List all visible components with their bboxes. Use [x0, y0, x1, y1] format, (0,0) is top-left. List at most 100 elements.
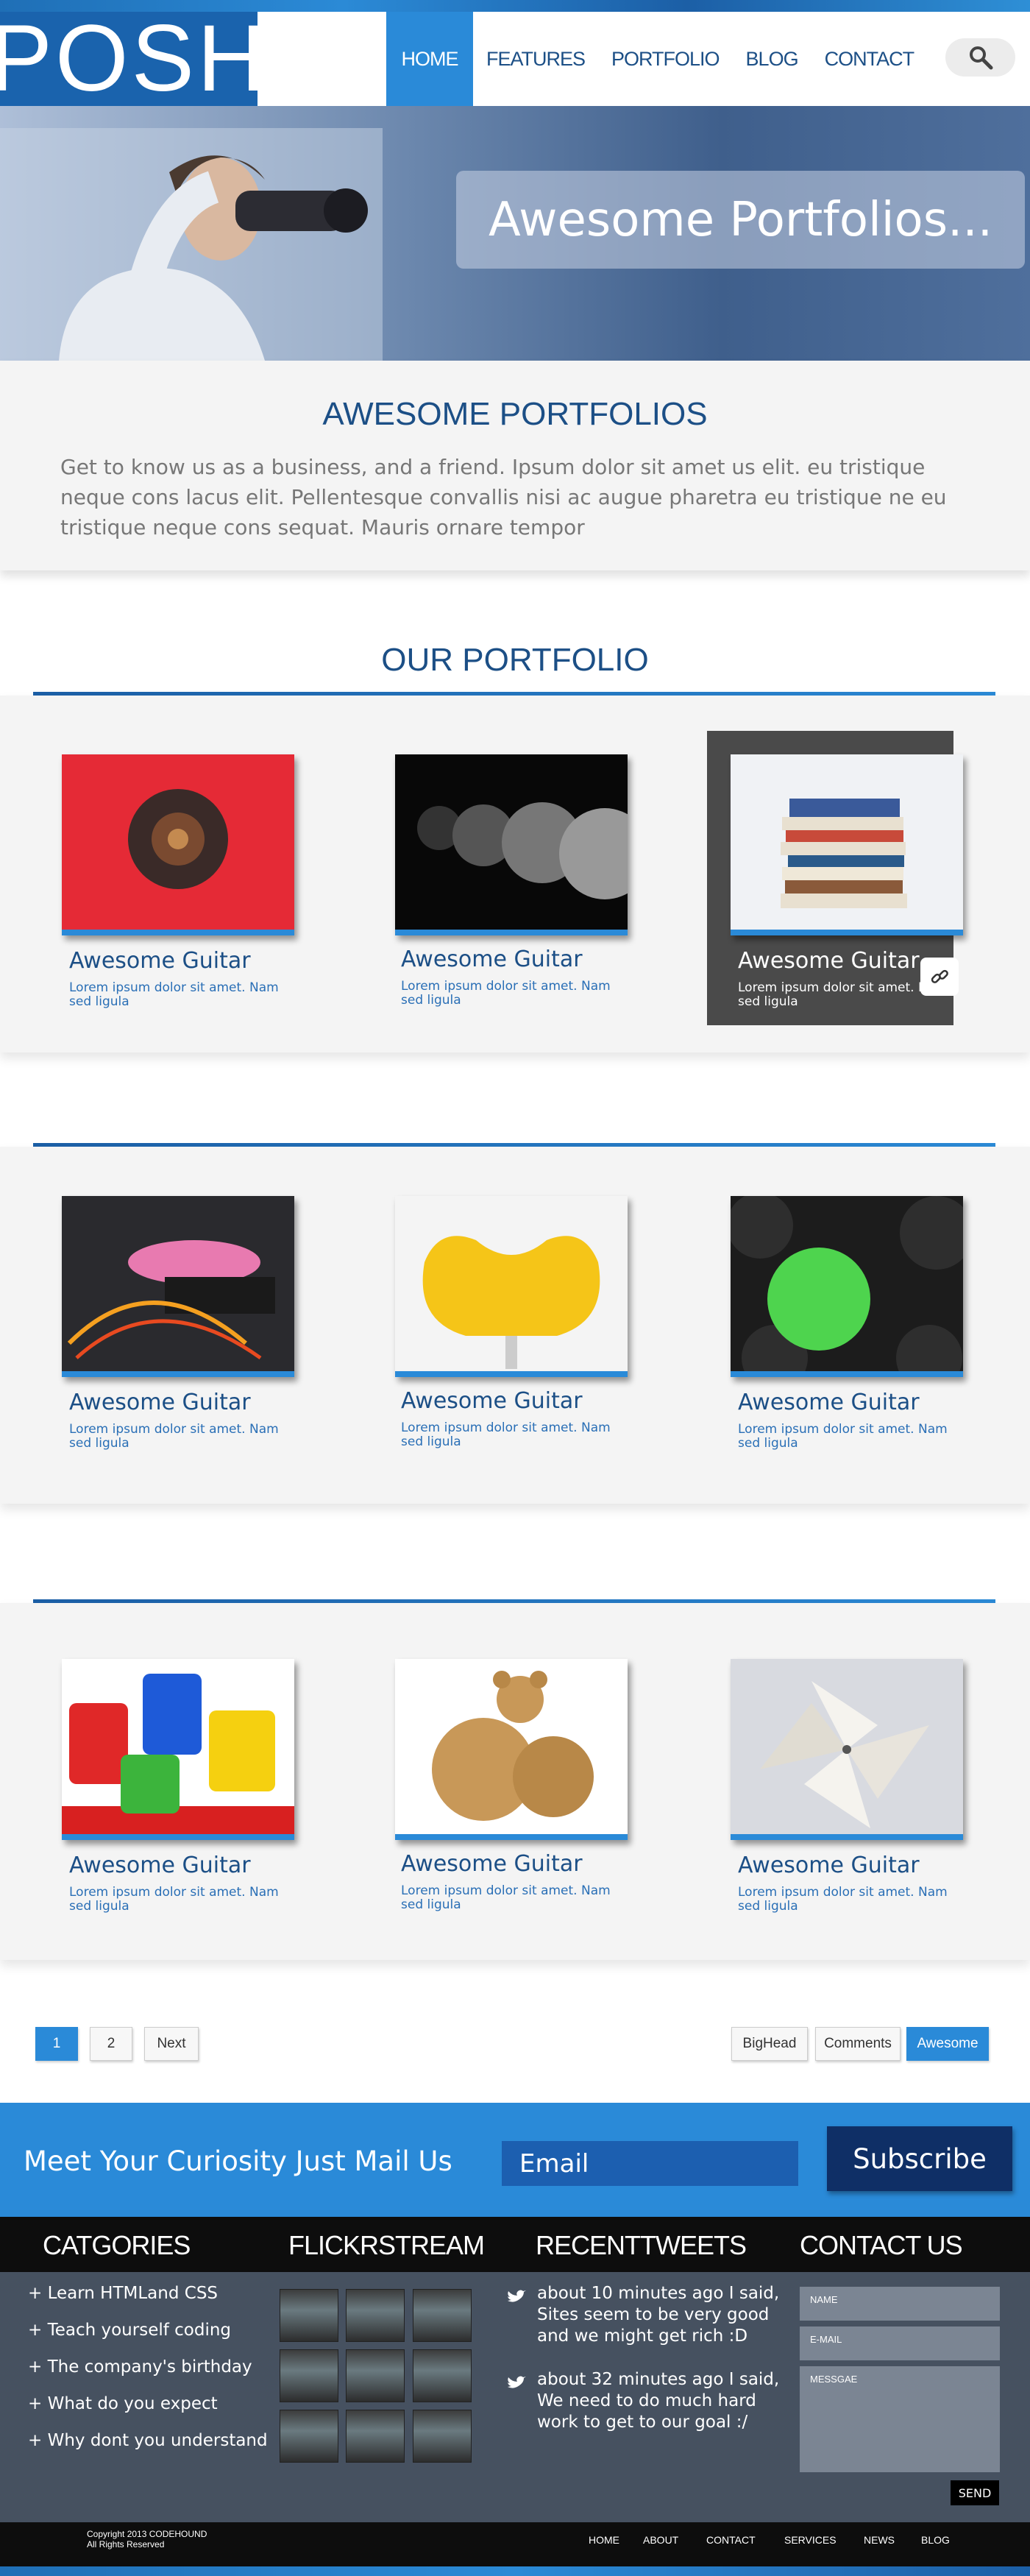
- twitter-bird-icon: [508, 2290, 526, 2302]
- card-desc: Lorem ipsum dolor sit amet. Nam sed ligu…: [401, 1420, 611, 1449]
- card-title: Awesome Guitar: [401, 1388, 583, 1414]
- logo-text: POSH: [0, 6, 269, 111]
- footer-link-about[interactable]: ABOUT: [643, 2534, 678, 2546]
- portfolio-card[interactable]: Awesome Guitar Lorem ipsum dolor sit ame…: [49, 1172, 296, 1467]
- woman-binoculars-image: [0, 128, 383, 361]
- main-nav: HOME FEATURES PORTFOLIO BLOG CONTACT: [386, 12, 927, 106]
- card-title: Awesome Guitar: [738, 1390, 920, 1415]
- category-link[interactable]: + Why dont you understand: [28, 2431, 268, 2450]
- nav-portfolio[interactable]: PORTFOLIO: [598, 12, 733, 106]
- page-2-button[interactable]: 2: [90, 2027, 132, 2061]
- footer-link-services[interactable]: SERVICES: [784, 2534, 837, 2546]
- contact-name-input[interactable]: NAME: [800, 2287, 1000, 2321]
- flickr-thumbnail[interactable]: [346, 2410, 405, 2463]
- portfolio-image-red-object: [62, 754, 294, 935]
- footer-link-blog[interactable]: BLOG: [921, 2534, 950, 2546]
- about-section: AWESOME PORTFOLIOS Get to know us as a b…: [0, 361, 1030, 570]
- category-link[interactable]: + Teach yourself coding: [28, 2321, 231, 2340]
- portfolio-image-book-stack: [731, 754, 963, 935]
- portfolio-heading: OUR PORTFOLIO: [381, 642, 649, 678]
- copyright-line: Copyright 2013 CODEHOUND: [87, 2529, 207, 2539]
- filter-bighead[interactable]: BigHead: [731, 2027, 808, 2061]
- footer-link-home[interactable]: HOME: [589, 2534, 619, 2546]
- card-title: Awesome Guitar: [401, 946, 583, 972]
- card-desc: Lorem ipsum dolor sit amet. Nam sed ligu…: [738, 1885, 948, 1914]
- flickr-thumbnail[interactable]: [280, 2410, 338, 2463]
- portfolio-image-green-umbrella: [731, 1196, 963, 1377]
- portfolio-image-paint-buckets: [62, 1659, 294, 1840]
- flickr-thumbnail[interactable]: [346, 2289, 405, 2342]
- nav-blog[interactable]: BLOG: [733, 12, 811, 106]
- card-title: Awesome Guitar: [69, 1390, 251, 1415]
- portfolio-card[interactable]: Awesome Guitar Lorem ipsum dolor sit ame…: [383, 1635, 629, 1930]
- logo[interactable]: POSH: [0, 12, 265, 106]
- page-1-button[interactable]: 1: [35, 2027, 78, 2061]
- portfolio-card[interactable]: Awesome Guitar Lorem ipsum dolor sit ame…: [383, 1172, 629, 1467]
- flickr-thumbnail[interactable]: [280, 2349, 338, 2402]
- category-link[interactable]: + The company's birthday: [28, 2357, 252, 2377]
- flickr-thumbnail[interactable]: [413, 2289, 472, 2342]
- card-title: Awesome Guitar: [738, 1853, 920, 1878]
- twitter-bird-icon: [508, 2376, 526, 2388]
- bottom-accent-stripe: [0, 2566, 1030, 2576]
- card-link-button[interactable]: [920, 958, 959, 996]
- hero-title: Awesome Portfolios...: [488, 192, 993, 247]
- categories-heading: CATGORIES: [43, 2230, 191, 2260]
- nav-home[interactable]: HOME: [386, 12, 473, 106]
- card-desc: Lorem ipsum dolor sit amet. Nam sed ligu…: [69, 1422, 279, 1451]
- card-title: Awesome Guitar: [69, 1853, 251, 1878]
- flickr-thumbnail[interactable]: [346, 2349, 405, 2402]
- flickr-thumbnail[interactable]: [413, 2349, 472, 2402]
- flickr-thumbnail[interactable]: [280, 2289, 338, 2342]
- hero-banner: Awesome Portfolios...: [0, 106, 1030, 361]
- category-link[interactable]: + What do you expect: [28, 2394, 218, 2413]
- footer-headings: CATGORIES FLICKRSTREAM RECENTTWEETS CONT…: [0, 2217, 1030, 2272]
- send-button[interactable]: SEND: [951, 2480, 999, 2505]
- flickr-thumbnail[interactable]: [413, 2410, 472, 2463]
- search-button[interactable]: [945, 38, 1015, 77]
- card-title: Awesome Guitar: [738, 948, 920, 974]
- tweet-text: about 10 minutes ago I said, Sites seem …: [537, 2284, 780, 2346]
- card-desc: Lorem ipsum dolor sit amet. Nam sed ligu…: [738, 1422, 948, 1451]
- portfolio-card[interactable]: Awesome Guitar Lorem ipsum dolor sit ame…: [49, 731, 296, 1025]
- card-desc: Lorem ipsum dolor sit amet. Nam sed ligu…: [401, 1883, 611, 1912]
- tweet-text: about 32 minutes ago I said, We need to …: [537, 2370, 780, 2432]
- subscribe-button[interactable]: Subscribe: [827, 2126, 1012, 2191]
- copyright-line: All Rights Reserved: [87, 2539, 165, 2550]
- contact-heading: CONTACT US: [800, 2230, 963, 2260]
- portfolio-image-teddy-bear: [395, 1659, 628, 1840]
- portfolio-image-pinwheel: [731, 1659, 963, 1840]
- email-input[interactable]: Email: [502, 2141, 798, 2186]
- contact-email-input[interactable]: E-MAIL: [800, 2326, 1000, 2360]
- portfolio-card-hover[interactable]: Awesome Guitar Lorem ipsum dolor sit ame…: [707, 731, 963, 1025]
- portfolio-image-dark-spheres: [395, 754, 628, 935]
- portfolio-image-yellow-chair: [395, 1196, 628, 1377]
- portfolio-card[interactable]: Awesome Guitar Lorem ipsum dolor sit ame…: [383, 731, 629, 1025]
- hero-caption-box: Awesome Portfolios...: [456, 171, 1025, 269]
- copyright: Copyright 2013 CODEHOUND All Rights Rese…: [87, 2529, 207, 2550]
- card-desc: Lorem ipsum dolor sit amet. Nam sed ligu…: [401, 979, 611, 1008]
- portfolio-card[interactable]: Awesome Guitar Lorem ipsum dolor sit ame…: [49, 1635, 296, 1930]
- portfolio-card[interactable]: Awesome Guitar Lorem ipsum dolor sit ame…: [718, 1635, 965, 1930]
- card-title: Awesome Guitar: [69, 948, 251, 974]
- footer-link-contact[interactable]: CONTACT: [706, 2534, 756, 2546]
- filter-awesome[interactable]: Awesome: [906, 2027, 989, 2061]
- nav-contact[interactable]: CONTACT: [811, 12, 928, 106]
- tweets-heading: RECENTTWEETS: [536, 2230, 747, 2260]
- subscribe-text: Meet Your Curiosity Just Mail Us: [24, 2145, 452, 2177]
- subscribe-bar: Meet Your Curiosity Just Mail Us Email S…: [0, 2103, 1030, 2217]
- nav-features[interactable]: FEATURES: [473, 12, 598, 106]
- portfolio-image-sandals: [62, 1196, 294, 1377]
- card-desc: Lorem ipsum dolor sit amet. Nam sed ligu…: [69, 1885, 279, 1914]
- contact-message-textarea[interactable]: MESSGAE: [800, 2366, 1000, 2472]
- filter-comments[interactable]: Comments: [815, 2027, 901, 2061]
- about-text: Get to know us as a business, and a frie…: [60, 455, 947, 539]
- category-link[interactable]: + Learn HTMLand CSS: [28, 2284, 218, 2303]
- card-desc: Lorem ipsum dolor sit amet. Nam sed ligu…: [69, 980, 279, 1009]
- portfolio-card[interactable]: Awesome Guitar Lorem ipsum dolor sit ame…: [718, 1172, 965, 1467]
- about-heading: AWESOME PORTFOLIOS: [322, 396, 708, 432]
- footer-link-news[interactable]: NEWS: [864, 2534, 895, 2546]
- link-icon: [931, 969, 948, 983]
- next-page-button[interactable]: Next: [144, 2027, 199, 2061]
- search-icon: [969, 46, 992, 70]
